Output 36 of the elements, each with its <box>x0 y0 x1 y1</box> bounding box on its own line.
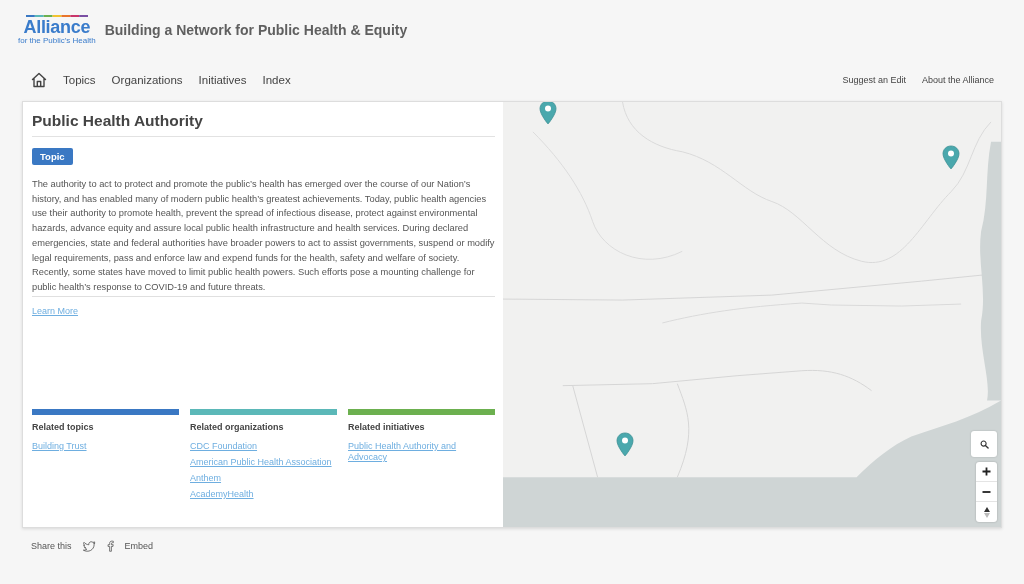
nav-link[interactable]: Index <box>262 74 291 86</box>
nav-link[interactable]: About the Alliance <box>921 75 994 85</box>
plus-icon <box>982 467 991 476</box>
related-heading: Related topics <box>32 422 95 432</box>
share-label: Share this <box>31 541 72 551</box>
map-pin-icon[interactable] <box>942 145 960 170</box>
home-icon[interactable] <box>31 72 47 88</box>
logo-wordmark[interactable]: Alliance <box>23 18 91 36</box>
nav-link[interactable]: Organizations <box>111 74 183 86</box>
letter-f-icon[interactable] <box>106 540 114 552</box>
embed-link[interactable]: Embed <box>124 541 154 551</box>
map-search-button[interactable] <box>971 431 997 457</box>
map-pin-icon[interactable] <box>539 102 557 125</box>
related-heading: Related organizations <box>190 422 285 432</box>
nav-link[interactable]: Initiatives <box>198 74 247 86</box>
compass-icon <box>983 506 990 518</box>
search-icon <box>979 439 989 449</box>
related-heading: Related initiatives <box>348 422 426 432</box>
related-link[interactable]: CDC Foundation <box>190 441 258 452</box>
map-pin-icon[interactable] <box>616 432 634 457</box>
related-link[interactable]: Anthem <box>190 473 222 484</box>
page-title: Public Health Authority <box>32 110 495 137</box>
related-link[interactable]: AcademyHealth <box>190 489 254 500</box>
logo-tagline: for the Public’s Health <box>18 36 96 45</box>
nav-link[interactable]: Suggest an Edit <box>842 75 906 85</box>
description-text: The authority to act to protect and promote the public’s health has emerged over the course of our Nation’s history, and has enabled many of modern public health’s greatest achievements. Today, public health agencies use their authority to promote health, prevent the spread of infectious disease, protect against environmental hazards, advance equity and assure local public health infrastructure and health services. During declared emergencies, state and federal authorities have broader powers to act to assist governments, suspend or modify legal requirements, pass and enforce law and expend funds for the health, safety and welfare of society. Recently, some states have moved to limit public health powers. Such efforts pose a mounting challenge for public health’s response to COVID-19 and future threats. <box>32 177 495 297</box>
logo-stripe-icon <box>25 15 88 17</box>
minus-icon <box>982 490 991 493</box>
related-link[interactable]: Public Health Authority and Advocacy <box>348 441 495 463</box>
topic-badge: Topic <box>32 148 73 165</box>
learn-more-link[interactable]: Learn More <box>32 305 79 317</box>
related-link[interactable]: Building Trust <box>32 441 87 452</box>
site-title: Building a Network for Public Health & Equity <box>104 22 408 38</box>
nav-link[interactable]: Topics <box>63 74 96 86</box>
bird-icon[interactable] <box>82 540 96 552</box>
related-link[interactable]: American Public Health Association <box>190 457 332 468</box>
